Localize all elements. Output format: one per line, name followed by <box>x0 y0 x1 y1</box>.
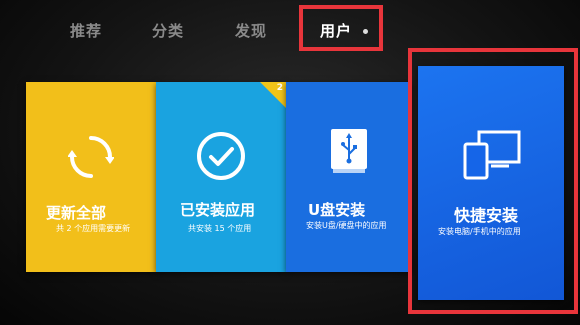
active-tab-indicator <box>363 29 368 34</box>
tile-installed-subtitle: 共安装 15 个应用 <box>188 224 252 233</box>
tab-bar: 推荐 分类 发现 用户 <box>0 0 580 60</box>
tile-update-all-subtitle: 共 2 个应用需要更新 <box>56 224 131 233</box>
tab-user[interactable]: 用户 <box>320 20 352 41</box>
devices-icon <box>463 130 521 180</box>
tile-update-all[interactable]: 更新全部 共 2 个应用需要更新 <box>26 82 156 272</box>
usb-drive-icon <box>331 129 367 173</box>
tile-quick-install-title: 快捷安装 <box>454 206 519 225</box>
tile-usb-install[interactable]: U盘安装 安装U盘/硬盘中的应用 <box>286 82 412 272</box>
tile-installed-title: 已安装应用 <box>180 201 256 219</box>
tile-quick-install[interactable]: 快捷安装 安装电脑/手机中的应用 <box>418 66 564 300</box>
tab-category[interactable]: 分类 <box>152 20 184 41</box>
installed-badge-count: 2 <box>276 83 283 93</box>
refresh-icon <box>68 136 114 178</box>
tile-usb-install-subtitle: 安装U盘/硬盘中的应用 <box>306 221 387 230</box>
check-circle-icon <box>197 132 245 180</box>
tile-update-all-title: 更新全部 <box>46 204 107 222</box>
tile-usb-install-title: U盘安装 <box>308 201 366 219</box>
tile-installed[interactable]: 2 已安装应用 共安装 15 个应用 <box>156 82 286 272</box>
tab-recommend[interactable]: 推荐 <box>70 20 102 41</box>
tab-discover[interactable]: 发现 <box>235 20 267 41</box>
tile-quick-install-subtitle: 安装电脑/手机中的应用 <box>438 227 521 236</box>
